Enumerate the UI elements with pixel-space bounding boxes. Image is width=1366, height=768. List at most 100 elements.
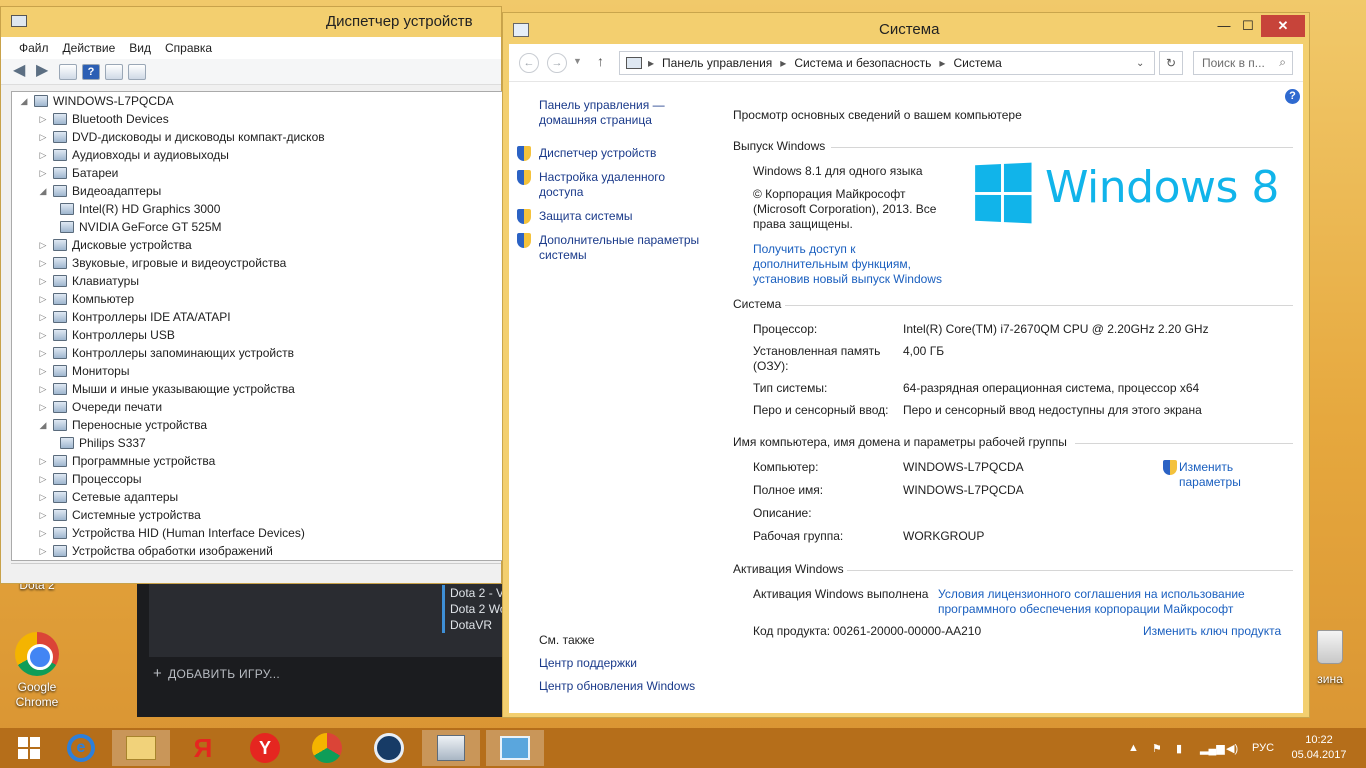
expand-caret-icon[interactable]: ▷ xyxy=(37,366,49,377)
forward-arrow-icon[interactable]: ▶ xyxy=(36,62,54,80)
network-signal-icon[interactable]: ▂▄▆ xyxy=(1200,742,1225,755)
forward-button[interactable]: → xyxy=(547,53,567,73)
taskbar-clock[interactable]: 10:22 05.04.2017 xyxy=(1284,733,1354,763)
advanced-settings-link[interactable]: Дополнительные параметры системы xyxy=(517,233,709,263)
upgrade-edition-link[interactable]: Получить доступ к дополнительным функция… xyxy=(753,242,953,287)
expand-caret-icon[interactable]: ▷ xyxy=(37,546,49,557)
maximize-button[interactable]: ☐ xyxy=(1239,15,1257,37)
address-dropdown-chevron-icon[interactable]: ⌄ xyxy=(1136,58,1144,69)
expand-caret-icon[interactable]: ▷ xyxy=(37,348,49,359)
change-product-key-link[interactable]: Изменить ключ продукта xyxy=(1143,624,1281,639)
expand-caret-icon[interactable]: ▷ xyxy=(37,510,49,521)
device-category[interactable]: ▷ Системные устройства xyxy=(12,506,502,524)
action-center-link[interactable]: Центр поддержки xyxy=(539,656,637,671)
taskbar-steam[interactable] xyxy=(360,730,418,766)
collapse-caret-icon[interactable]: ◢ xyxy=(37,186,49,197)
device-category[interactable]: ▷ Процессоры xyxy=(12,470,502,488)
device-category[interactable]: ▷ Очереди печати xyxy=(12,398,502,416)
menu-action[interactable]: Действие xyxy=(63,41,116,55)
properties-icon[interactable] xyxy=(105,63,123,80)
back-button[interactable]: ← xyxy=(519,53,539,73)
expand-caret-icon[interactable]: ▷ xyxy=(37,168,49,179)
device-category[interactable]: ▷ Контроллеры запоминающих устройств xyxy=(12,344,502,362)
expand-caret-icon[interactable]: ▷ xyxy=(37,312,49,323)
taskbar-yandex[interactable]: Я xyxy=(174,730,232,766)
expand-caret-icon[interactable]: ▷ xyxy=(37,492,49,503)
breadcrumb-system[interactable]: Система xyxy=(953,56,1001,70)
expand-caret-icon[interactable]: ▷ xyxy=(37,330,49,341)
device-tree-root[interactable]: ◢ WINDOWS-L7PQCDA xyxy=(12,92,502,110)
expand-caret-icon[interactable]: ▷ xyxy=(37,132,49,143)
menu-file[interactable]: Файл xyxy=(19,41,49,55)
help-icon[interactable]: ? xyxy=(82,63,100,80)
expand-caret-icon[interactable]: ▷ xyxy=(37,294,49,305)
menu-help[interactable]: Справка xyxy=(165,41,212,55)
expand-caret-icon[interactable]: ▷ xyxy=(37,276,49,287)
volume-icon[interactable]: ◀) xyxy=(1226,742,1238,755)
breadcrumb-control-panel[interactable]: Панель управления xyxy=(662,56,772,70)
input-language-indicator[interactable]: РУС xyxy=(1252,742,1274,754)
device-category[interactable]: ▷ Дисковые устройства xyxy=(12,236,502,254)
recent-pages-chevron-icon[interactable]: ▼ xyxy=(573,56,582,66)
device-category[interactable]: ▷ DVD-дисководы и дисководы компакт-диско… xyxy=(12,128,502,146)
device-manager-link[interactable]: Диспетчер устройств xyxy=(517,146,719,161)
action-center-flag-icon[interactable]: ⚑ xyxy=(1152,742,1162,755)
device-category[interactable]: ▷ Контроллеры USB xyxy=(12,326,502,344)
device-category[interactable]: ▷ Звуковые, игровые и видеоустройства xyxy=(12,254,502,272)
expand-caret-icon[interactable]: ▷ xyxy=(37,240,49,251)
device-category[interactable]: ▷ Клавиатуры xyxy=(12,272,502,290)
windows-update-link[interactable]: Центр обновления Windows xyxy=(539,679,695,694)
up-button[interactable]: ↑ xyxy=(597,53,604,69)
device-category[interactable]: ▷ Программные устройства xyxy=(12,452,502,470)
steam-game-item[interactable]: DotaVR xyxy=(442,617,510,633)
device-category[interactable]: ▷ Аудиовходы и аудиовыходы xyxy=(12,146,502,164)
steam-game-item[interactable]: Dota 2 - Vu xyxy=(442,585,510,601)
device-item[interactable]: Philips S337 xyxy=(12,434,502,452)
back-arrow-icon[interactable]: ◀ xyxy=(13,62,31,80)
device-category[interactable]: ▷ Сетевые адаптеры xyxy=(12,488,502,506)
start-button[interactable] xyxy=(0,730,58,766)
taskbar-device-manager[interactable] xyxy=(422,730,480,766)
device-manager-titlebar[interactable]: Диспетчер устройств xyxy=(1,7,501,37)
remote-settings-link[interactable]: Настройка удаленного доступа xyxy=(517,170,679,200)
device-category[interactable]: ▷ Батареи xyxy=(12,164,502,182)
device-category[interactable]: ◢ Видеоадаптеры xyxy=(12,182,502,200)
expand-caret-icon[interactable]: ▷ xyxy=(37,150,49,161)
desktop-icon-chrome[interactable]: Google Chrome xyxy=(2,632,72,710)
scan-hardware-icon[interactable] xyxy=(128,63,146,80)
address-bar[interactable]: ▸ Панель управления ▸ Система и безопасн… xyxy=(619,51,1155,75)
menu-view[interactable]: Вид xyxy=(129,41,151,55)
device-category[interactable]: ◢ Переносные устройства xyxy=(12,416,502,434)
device-category[interactable]: ▷ Устройства HID (Human Interface Devices… xyxy=(12,524,502,542)
collapse-caret-icon[interactable]: ◢ xyxy=(37,420,49,431)
device-item[interactable]: Intel(R) HD Graphics 3000 xyxy=(12,200,502,218)
change-settings-link[interactable]: Изменить параметры xyxy=(1163,460,1279,490)
device-item[interactable]: NVIDIA GeForce GT 525M xyxy=(12,218,502,236)
battery-icon[interactable]: ▮ xyxy=(1176,742,1182,755)
close-button[interactable]: ✕ xyxy=(1261,15,1305,37)
device-category[interactable]: ▷ Мыши и иные указывающие устройства xyxy=(12,380,502,398)
expand-caret-icon[interactable]: ▷ xyxy=(37,474,49,485)
taskbar-system[interactable] xyxy=(486,730,544,766)
license-terms-link[interactable]: Условия лицензионного соглашения на испо… xyxy=(938,587,1278,617)
expand-caret-icon[interactable]: ▷ xyxy=(37,402,49,413)
taskbar-file-explorer[interactable] xyxy=(112,730,170,766)
system-protection-link[interactable]: Защита системы xyxy=(517,209,719,224)
device-category[interactable]: ▷ Мониторы xyxy=(12,362,502,380)
taskbar-ie[interactable]: e xyxy=(52,730,110,766)
search-input[interactable]: Поиск в п... ⌕ xyxy=(1193,51,1293,75)
expand-caret-icon[interactable]: ▷ xyxy=(37,258,49,269)
add-game-button[interactable]: + ДОБАВИТЬ ИГРУ... xyxy=(153,665,280,682)
expand-caret-icon[interactable]: ▷ xyxy=(37,114,49,125)
device-category[interactable]: ▷ Bluetooth Devices xyxy=(12,110,502,128)
expand-caret-icon[interactable]: ▷ xyxy=(37,456,49,467)
device-category[interactable]: ▷ Контроллеры IDE ATA/ATAPI xyxy=(12,308,502,326)
help-icon[interactable]: ? xyxy=(1285,89,1300,104)
show-hidden-icons-chevron-icon[interactable]: ▲ xyxy=(1128,742,1139,754)
taskbar-yandex-browser[interactable]: Y xyxy=(236,730,294,766)
breadcrumb-system-security[interactable]: Система и безопасность xyxy=(794,56,931,70)
expand-caret-icon[interactable]: ▷ xyxy=(37,528,49,539)
refresh-button[interactable]: ↻ xyxy=(1159,51,1183,75)
control-panel-home-link[interactable]: Панель управления — домашняя страница xyxy=(539,98,669,128)
device-category[interactable]: ▷ Компьютер xyxy=(12,290,502,308)
